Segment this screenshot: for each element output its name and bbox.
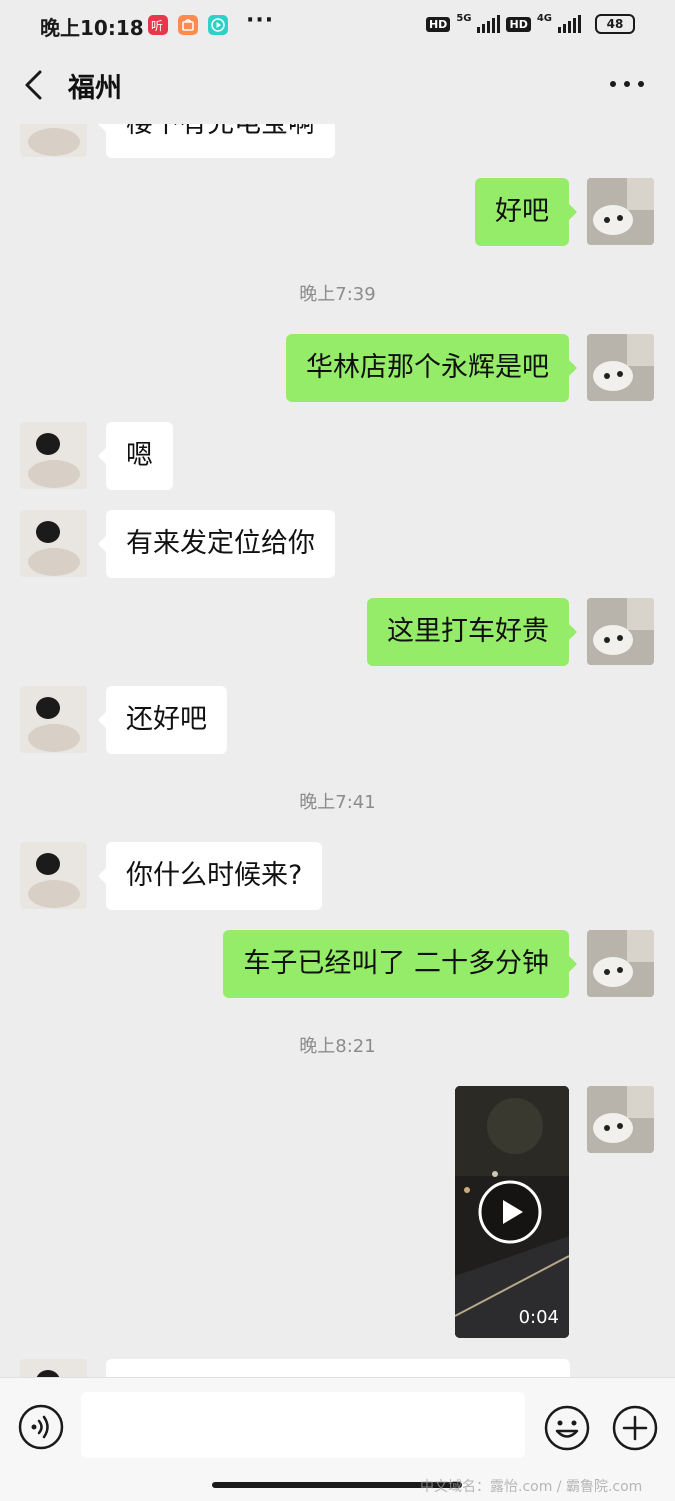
- message-timestamp: 晚上7:39: [299, 284, 376, 305]
- chat-header: 福州: [0, 52, 675, 120]
- voice-icon: [18, 1404, 64, 1450]
- signal-icon: [558, 15, 581, 33]
- network-label: 5G: [456, 12, 472, 24]
- message-timestamp: 晚上8:21: [299, 1036, 376, 1057]
- message-bubble[interactable]: 这里打车好贵: [367, 598, 577, 666]
- watermark: 中文域名：露怡.com / 霸鲁院.com: [420, 1479, 643, 1495]
- message-bubble[interactable]: 还好吧: [98, 686, 227, 754]
- hd-icon: HD: [506, 16, 531, 32]
- my-avatar[interactable]: [587, 178, 654, 245]
- shop-app-icon: [178, 15, 198, 35]
- chevron-left-icon: [25, 70, 42, 100]
- message-bubble[interactable]: 楼下有充电宝啊: [98, 124, 335, 158]
- my-avatar[interactable]: [587, 930, 654, 997]
- listen-app-icon: 听: [148, 15, 168, 35]
- chat-title: 福州: [68, 73, 122, 104]
- svg-text:听: 听: [151, 19, 163, 33]
- battery-icon: 48: [595, 14, 635, 34]
- more-dots-icon: [610, 81, 644, 87]
- video-app-icon: [208, 15, 228, 35]
- message-bubble[interactable]: [106, 1359, 570, 1377]
- play-icon[interactable]: [478, 1180, 542, 1244]
- emoji-button[interactable]: [543, 1404, 591, 1452]
- plus-icon: [612, 1405, 658, 1451]
- message-input[interactable]: [81, 1392, 525, 1458]
- message-bubble[interactable]: 嗯: [98, 422, 173, 490]
- video-message[interactable]: 0:04: [455, 1086, 569, 1338]
- video-duration: 0:04: [518, 1307, 559, 1328]
- contact-avatar[interactable]: [20, 842, 87, 909]
- status-indicators: HD 5G HD 4G 48: [425, 12, 635, 34]
- my-avatar[interactable]: [587, 1086, 654, 1153]
- hd-icon: HD: [425, 16, 451, 32]
- contact-avatar[interactable]: [20, 422, 87, 489]
- message-bubble[interactable]: 你什么时候来?: [97, 842, 323, 910]
- more-notifications-icon: ···: [246, 8, 275, 33]
- message-bubble[interactable]: 有来发定位给你: [98, 510, 335, 578]
- back-button[interactable]: [20, 68, 50, 102]
- emoji-icon: [544, 1405, 590, 1451]
- message-bubble[interactable]: 好吧: [475, 178, 577, 246]
- contact-avatar[interactable]: [20, 1359, 87, 1377]
- signal-icon: [477, 15, 501, 33]
- message-bubble[interactable]: 车子已经叫了 二十多分钟: [223, 930, 577, 998]
- more-functions-button[interactable]: [611, 1404, 659, 1452]
- my-avatar[interactable]: [587, 598, 654, 665]
- status-bar: 晚上10:18 听 ··· HD 5G HD 4G 48: [0, 0, 675, 52]
- my-avatar[interactable]: [587, 334, 654, 401]
- message-bubble[interactable]: 华林店那个永辉是吧: [286, 334, 577, 402]
- voice-input-button[interactable]: [18, 1404, 64, 1450]
- network-label: 4G: [536, 12, 552, 24]
- contact-avatar[interactable]: [20, 124, 87, 157]
- message-timestamp: 晚上7:41: [299, 792, 376, 813]
- message-list[interactable]: 楼下有充电宝啊 好吧 晚上7:39 华林店那个永辉是吧 嗯 有来发定位给你 这里…: [0, 124, 675, 1377]
- contact-avatar[interactable]: [20, 510, 87, 577]
- contact-avatar[interactable]: [20, 686, 87, 753]
- status-time: 晚上10:18: [40, 16, 144, 40]
- more-options-button[interactable]: [609, 74, 645, 94]
